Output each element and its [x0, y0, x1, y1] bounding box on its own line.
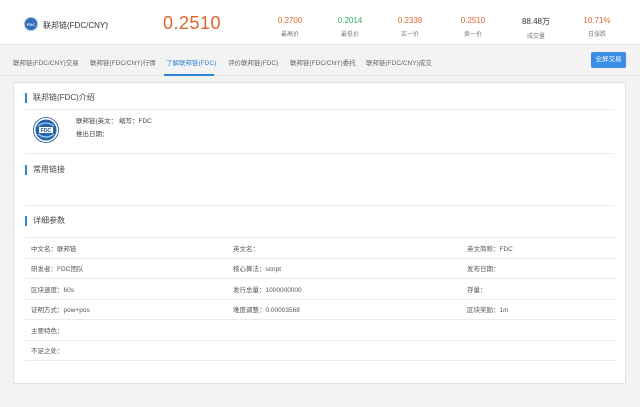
tab-bar: 联邦链(FDC/CNY)交易 联邦链(FDC/CNY)行情 了解联邦链(FDC)…: [0, 46, 640, 76]
params-table: 中文名：联邦链 英文名： 英文简称：FDC 研发者：FDC团队 核心算法：scr…: [25, 237, 616, 361]
intro-heading: 联邦链(FDC)介绍: [25, 93, 95, 103]
active-tab-indicator: [164, 74, 214, 76]
stat-low: 0.2014 最低价: [337, 16, 363, 38]
param-cell: 发布日期：: [461, 258, 616, 279]
fullscreen-trade-button[interactable]: 全屏交易: [591, 52, 626, 68]
table-row: 中文名：联邦链 英文名： 英文简称：FDC: [25, 237, 616, 259]
param-cell: 研发者：FDC团队: [25, 258, 227, 279]
param-cell: [461, 319, 616, 341]
divider: [25, 109, 614, 110]
param-cell: [461, 340, 616, 361]
param-cell: 区块奖励：1m: [461, 299, 616, 320]
param-cell: 发行总量：1000000000: [227, 278, 461, 300]
stat-change: 10.71% 日涨跌: [583, 16, 611, 38]
param-cell: 不足之处：: [25, 340, 227, 361]
svg-text:FDC: FDC: [41, 128, 52, 134]
param-cell: 主要特色：: [25, 319, 227, 341]
tab-trade[interactable]: 联邦链(FDC/CNY)交易: [13, 57, 79, 67]
stat-ask: 0.2510 卖一价: [460, 16, 486, 38]
tab-review[interactable]: 评价联邦链(FDC): [228, 57, 278, 67]
divider: [25, 153, 614, 154]
intro-name-line: 联邦链(英文： 缩写：FDC: [76, 118, 152, 125]
stat-high: 0.2700 最高价: [277, 16, 303, 38]
stat-bid: 0.2339 买一价: [397, 16, 423, 38]
table-row: 研发者：FDC团队 核心算法：script 发布日期：: [25, 258, 616, 279]
param-cell: 区块速度：60s: [25, 278, 227, 300]
fdc-logo-icon: FDC: [33, 117, 59, 143]
tab-market[interactable]: 联邦链(FDC/CNY)行情: [90, 57, 156, 67]
divider: [25, 205, 614, 206]
stat-volume: 88.48万 成交量: [521, 17, 551, 40]
param-cell: 中文名：联邦链: [25, 237, 227, 259]
chevron-down-icon[interactable]: ⌄: [104, 19, 110, 27]
param-cell: 证明方式：pow+pos: [25, 299, 227, 320]
links-heading: 常用链接: [25, 165, 65, 175]
param-cell: 存量：: [461, 278, 616, 300]
pair-selector[interactable]: 联邦链(FDC/CNY): [43, 20, 108, 31]
market-header: FDC 联邦链(FDC/CNY) ⌄ 0.2510 0.2700 最高价 0.2…: [0, 0, 640, 45]
table-row: 不足之处：: [25, 340, 616, 361]
param-cell: 核心算法：script: [227, 258, 461, 279]
last-price: 0.2510: [163, 13, 222, 33]
param-cell: [227, 319, 461, 341]
tab-deals[interactable]: 联邦链(FDC/CNY)成交: [366, 57, 432, 67]
tab-orders[interactable]: 联邦链(FDC/CNY)委托: [290, 57, 356, 67]
coin-logo-icon: FDC: [24, 17, 38, 31]
param-cell: 英文名：: [227, 237, 461, 259]
param-cell: 英文简称：FDC: [461, 237, 616, 259]
table-row: 区块速度：60s 发行总量：1000000000 存量：: [25, 278, 616, 300]
tab-about[interactable]: 了解联邦链(FDC): [166, 57, 216, 67]
params-heading: 详细参数: [25, 216, 65, 226]
table-row: 证明方式：pow+pos 难度调整：0.00003568 区块奖励：1m: [25, 299, 616, 320]
coin-info-panel: 联邦链(FDC)介绍 FDC 联邦链(英文： 缩写：FDC 推出日期： 常用链接…: [13, 82, 626, 384]
intro-launch-date: 推出日期：: [76, 131, 109, 138]
param-cell: [227, 340, 461, 361]
param-cell: 难度调整：0.00003568: [227, 299, 461, 320]
table-row: 主要特色：: [25, 319, 616, 341]
